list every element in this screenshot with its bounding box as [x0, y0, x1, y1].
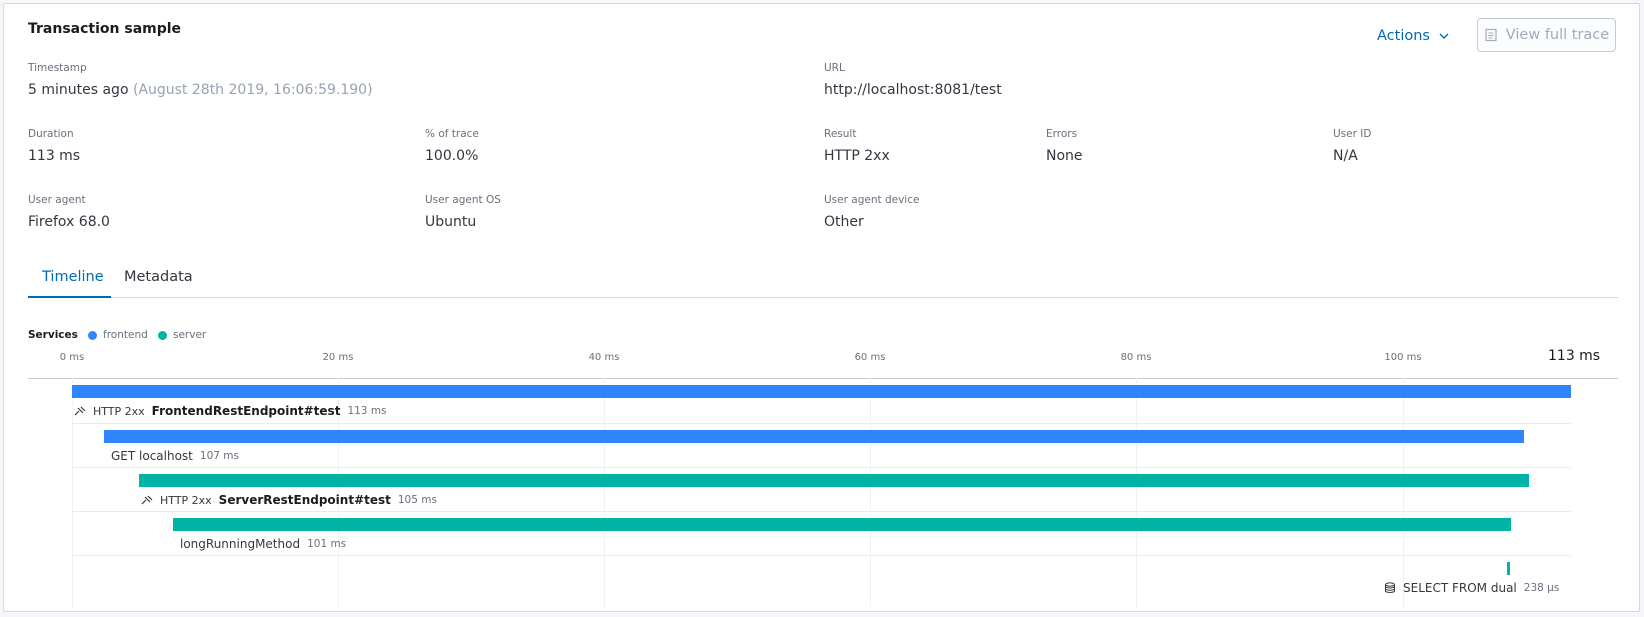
span-duration: 113 ms [347, 405, 387, 417]
pct-trace-label: % of trace [425, 128, 479, 140]
timestamp-absolute: (August 28th 2019, 16:06:59.190) [132, 82, 373, 98]
tab-metadata[interactable]: Metadata [124, 269, 193, 285]
view-full-trace-label: View full trace [1505, 27, 1610, 43]
active-tab-indicator [28, 296, 111, 298]
gridline [1136, 378, 1137, 607]
view-full-trace-button[interactable]: View full trace [1477, 18, 1616, 52]
transaction-icon [74, 406, 86, 416]
user-agent-os-value: Ubuntu [425, 214, 477, 230]
legend-label-server: server [173, 329, 207, 341]
span-label-frontend-rest-endpoint[interactable]: HTTP 2xx FrontendRestEndpoint#test 113 m… [74, 404, 387, 418]
duration-label: Duration [28, 128, 74, 140]
legend-label-frontend: frontend [103, 329, 148, 341]
timestamp-label: Timestamp [28, 62, 87, 74]
span-bar-frontend-rest-endpoint[interactable] [72, 385, 1571, 398]
span-label-long-running-method[interactable]: longRunningMethod 101 ms [180, 537, 346, 551]
span-name: ServerRestEndpoint#test [218, 493, 391, 507]
transaction-icon [141, 495, 153, 505]
span-name: SELECT FROM dual [1403, 581, 1517, 595]
span-bar-server-rest-endpoint[interactable] [139, 474, 1529, 487]
timestamp-relative: 5 minutes ago [28, 82, 129, 98]
span-name: longRunningMethod [180, 537, 301, 551]
chevron-down-icon [1439, 33, 1449, 39]
database-icon [1385, 582, 1395, 593]
axis-tick-label: 80 ms [1120, 352, 1152, 363]
span-label-server-rest-endpoint[interactable]: HTTP 2xx ServerRestEndpoint#test 105 ms [141, 493, 437, 507]
result-value: HTTP 2xx [824, 148, 890, 164]
row-separator [72, 423, 1571, 424]
errors-label: Errors [1046, 128, 1078, 140]
gridline [870, 378, 871, 607]
span-bar-select-from-dual[interactable] [1507, 562, 1510, 575]
span-bar-get-localhost[interactable] [104, 430, 1524, 443]
axis-tick-label: 20 ms [322, 352, 354, 363]
span-label-select-from-dual[interactable]: SELECT FROM dual 238 μs [1384, 581, 1559, 595]
row-separator [72, 555, 1571, 556]
axis-end-label: 113 ms [1548, 348, 1601, 364]
span-status: HTTP 2xx [93, 404, 145, 418]
gridline [72, 378, 73, 607]
errors-value: None [1046, 148, 1083, 164]
url-value: http://localhost:8081/test [824, 82, 1002, 98]
timestamp-value: 5 minutes ago (August 28th 2019, 16:06:5… [28, 82, 373, 98]
user-agent-os-label: User agent OS [425, 194, 501, 206]
gridline [1403, 378, 1404, 607]
user-agent-device-label: User agent device [824, 194, 920, 206]
span-duration: 105 ms [397, 494, 437, 506]
span-duration: 238 μs [1523, 582, 1560, 594]
row-separator [72, 511, 1571, 512]
frontend-color-dot [88, 330, 97, 340]
result-label: Result [824, 128, 857, 140]
axis-tick-label: 60 ms [854, 352, 886, 363]
duration-value: 113 ms [28, 148, 81, 164]
user-id-value: N/A [1333, 148, 1358, 164]
legend-item-server: server [158, 329, 206, 341]
pct-trace-value: 100.0% [425, 148, 479, 164]
timeline-axis [28, 378, 1618, 379]
actions-dropdown-button[interactable]: Actions [1377, 28, 1450, 44]
panel-title: Transaction sample [28, 21, 182, 37]
axis-tick-label: 100 ms [1384, 352, 1422, 363]
axis-tick-label: 0 ms [59, 352, 85, 363]
tabs-divider [28, 297, 1618, 298]
span-status: HTTP 2xx [160, 493, 212, 507]
legend-item-frontend: frontend [88, 329, 148, 341]
span-bar-long-running-method[interactable] [173, 518, 1511, 531]
span-duration: 101 ms [307, 538, 347, 550]
tab-timeline[interactable]: Timeline [42, 269, 104, 285]
user-agent-label: User agent [28, 194, 86, 206]
user-agent-device-value: Other [824, 214, 864, 230]
row-separator [72, 467, 1571, 468]
document-icon [1485, 28, 1497, 42]
span-name: GET localhost [111, 449, 193, 463]
span-duration: 107 ms [199, 450, 239, 462]
gridline [604, 378, 605, 607]
server-color-dot [158, 330, 167, 340]
span-name: FrontendRestEndpoint#test [151, 404, 341, 418]
user-id-label: User ID [1333, 128, 1372, 140]
user-agent-value: Firefox 68.0 [28, 214, 110, 230]
axis-tick-label: 40 ms [588, 352, 620, 363]
url-label: URL [824, 62, 845, 74]
span-label-get-localhost[interactable]: GET localhost 107 ms [111, 449, 239, 463]
actions-label: Actions [1377, 28, 1430, 44]
services-legend-title: Services [28, 329, 78, 341]
transaction-sample-panel: Transaction sample Actions View full tra… [3, 3, 1640, 612]
